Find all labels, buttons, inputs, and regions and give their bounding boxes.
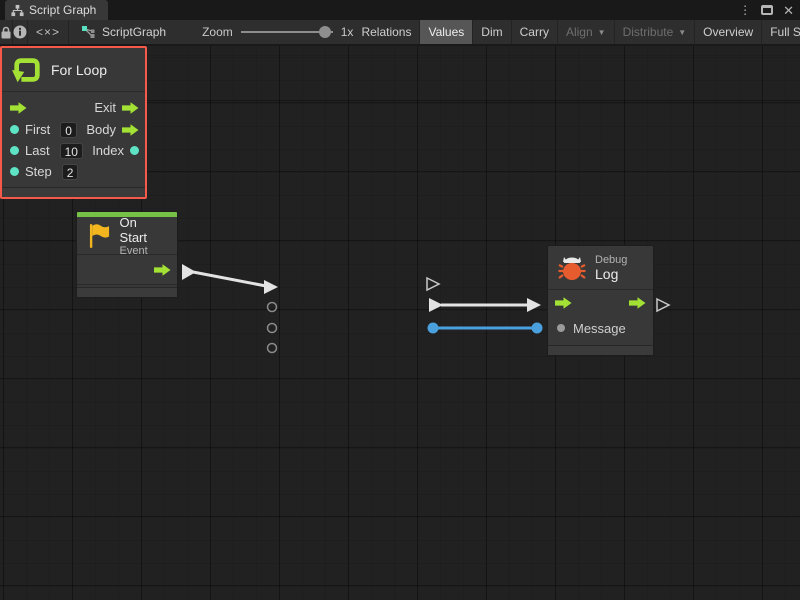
forloop-exit-port[interactable] — [427, 278, 439, 290]
debug-input-arrowhead[interactable] — [527, 298, 541, 312]
carry-button[interactable]: Carry — [512, 20, 558, 44]
bug-icon — [558, 254, 586, 282]
debug-flow-row — [548, 290, 653, 316]
wire-onstart-to-forloop[interactable] — [193, 272, 266, 286]
debug-footer — [548, 345, 653, 355]
overview-button[interactable]: Overview — [695, 20, 762, 44]
zoom-value: 1x — [341, 25, 354, 39]
maximize-icon[interactable] — [761, 5, 773, 15]
zoom-slider[interactable] — [241, 25, 333, 39]
flag-icon — [87, 222, 111, 249]
graph-breadcrumb[interactable]: ScriptGraph — [69, 20, 176, 44]
align-dropdown[interactable]: Align ▼ — [558, 20, 615, 44]
info-button[interactable] — [13, 20, 28, 44]
dim-button[interactable]: Dim — [473, 20, 511, 44]
graph-name: ScriptGraph — [102, 25, 166, 39]
zoom-control: Zoom 1x — [202, 20, 353, 44]
debug-message-row[interactable]: Message — [548, 316, 653, 340]
forloop-last-port[interactable] — [268, 324, 277, 333]
debug-title: Log — [595, 266, 627, 282]
onstart-flow-row[interactable] — [77, 255, 177, 285]
debug-category: Debug — [595, 254, 627, 266]
zoom-slider-handle[interactable] — [319, 26, 331, 38]
message-label: Message — [573, 321, 626, 336]
debug-output-port[interactable] — [657, 299, 669, 311]
info-icon — [13, 25, 27, 39]
graph-toolbar: <×> ScriptGraph Zoom 1x Relations Values… — [0, 20, 800, 45]
node-on-start[interactable]: On Start Event — [76, 211, 178, 298]
onstart-footer — [77, 287, 177, 297]
flow-arrow-icon — [154, 264, 171, 276]
tab-script-graph[interactable]: Script Graph — [5, 0, 108, 20]
lock-icon — [0, 26, 12, 39]
close-icon[interactable]: ✕ — [783, 4, 794, 17]
debug-message-port[interactable] — [532, 323, 543, 334]
distribute-dropdown[interactable]: Distribute ▼ — [615, 20, 696, 44]
debug-header[interactable]: Debug Log — [548, 246, 653, 290]
full-screen-button[interactable]: Full Screen — [762, 20, 800, 44]
message-port-dot[interactable] — [557, 324, 565, 332]
chevron-down-icon: ▼ — [598, 28, 606, 37]
zoom-label: Zoom — [202, 25, 233, 39]
forloop-step-port[interactable] — [268, 344, 277, 353]
flow-arrow-icon[interactable] — [629, 297, 646, 309]
onstart-title: On Start — [120, 215, 167, 245]
wire-layer — [0, 46, 800, 600]
lock-button[interactable] — [0, 20, 13, 44]
values-button[interactable]: Values — [420, 20, 473, 44]
script-graph-icon — [81, 25, 96, 39]
title-bar: Script Graph ⋮ ✕ — [0, 0, 800, 20]
window-menu-icon[interactable]: ⋮ — [739, 3, 751, 17]
relations-button[interactable]: Relations — [353, 20, 420, 44]
flow-arrow-icon[interactable] — [555, 297, 572, 309]
forloop-body-port[interactable] — [429, 298, 443, 312]
chevron-down-icon: ▼ — [678, 28, 686, 37]
forloop-input-arrowhead[interactable] — [264, 280, 278, 294]
node-debug-log[interactable]: Debug Log Message — [547, 245, 654, 356]
onstart-header[interactable]: On Start Event — [77, 217, 177, 255]
tab-label: Script Graph — [29, 3, 96, 17]
graph-canvas[interactable]: On Start Event For Loop — [0, 46, 800, 600]
forloop-first-port[interactable] — [268, 303, 277, 312]
graph-hierarchy-icon — [11, 4, 24, 17]
code-preview-button[interactable]: <×> — [28, 20, 69, 44]
